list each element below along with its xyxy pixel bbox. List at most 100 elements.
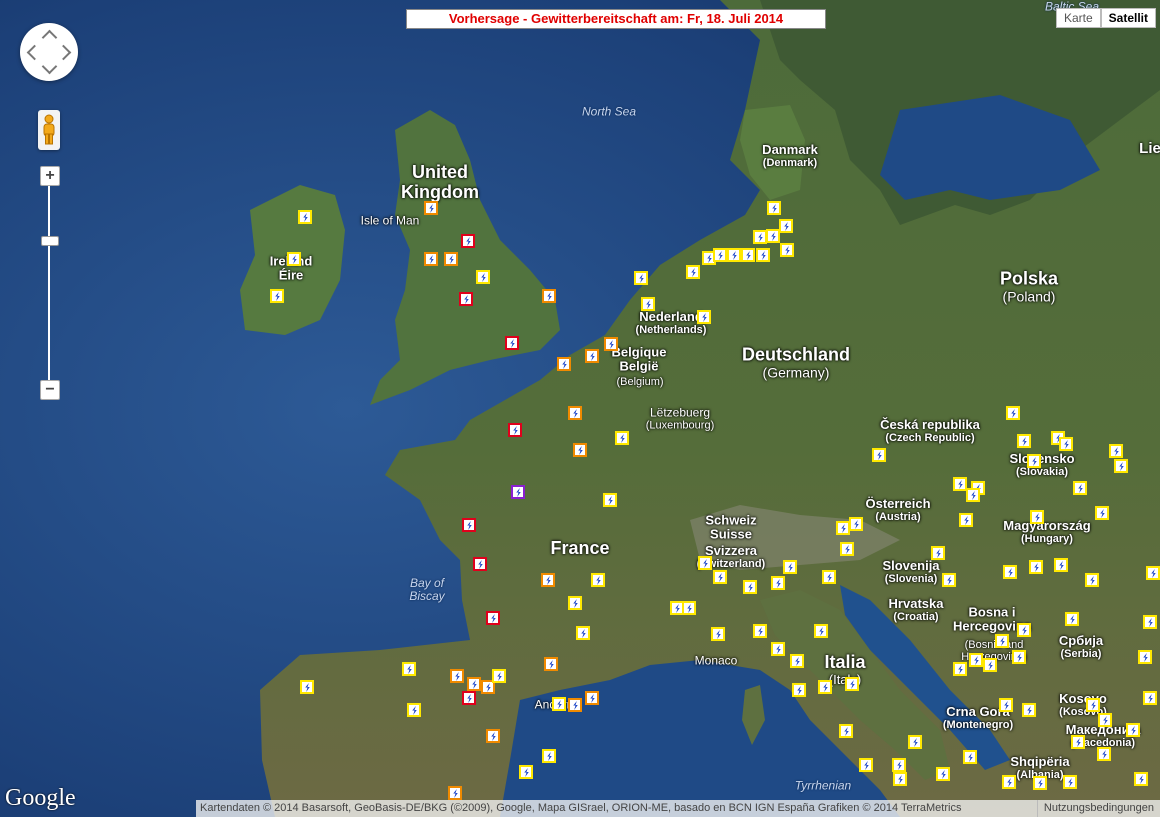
thunderstorm-marker-orange[interactable] xyxy=(585,349,599,363)
map-type-map-button[interactable]: Karte xyxy=(1055,8,1101,28)
thunderstorm-marker-yellow[interactable] xyxy=(1134,772,1148,786)
thunderstorm-marker-yellow[interactable] xyxy=(698,556,712,570)
google-logo[interactable]: Google xyxy=(5,785,76,812)
thunderstorm-marker-red[interactable] xyxy=(505,336,519,350)
thunderstorm-marker-yellow[interactable] xyxy=(1012,650,1026,664)
thunderstorm-marker-orange[interactable] xyxy=(424,252,438,266)
thunderstorm-marker-yellow[interactable] xyxy=(1022,703,1036,717)
thunderstorm-marker-yellow[interactable] xyxy=(771,642,785,656)
pan-down-icon[interactable] xyxy=(41,58,58,75)
thunderstorm-marker-yellow[interactable] xyxy=(1146,566,1160,580)
thunderstorm-marker-yellow[interactable] xyxy=(969,653,983,667)
thunderstorm-marker-yellow[interactable] xyxy=(741,248,755,262)
thunderstorm-marker-yellow[interactable] xyxy=(966,488,980,502)
thunderstorm-marker-yellow[interactable] xyxy=(1063,775,1077,789)
thunderstorm-marker-yellow[interactable] xyxy=(552,697,566,711)
thunderstorm-marker-yellow[interactable] xyxy=(591,573,605,587)
thunderstorm-marker-yellow[interactable] xyxy=(753,624,767,638)
thunderstorm-marker-yellow[interactable] xyxy=(953,477,967,491)
thunderstorm-marker-yellow[interactable] xyxy=(270,289,284,303)
thunderstorm-marker-yellow[interactable] xyxy=(780,243,794,257)
thunderstorm-marker-yellow[interactable] xyxy=(641,297,655,311)
thunderstorm-marker-yellow[interactable] xyxy=(892,758,906,772)
thunderstorm-marker-yellow[interactable] xyxy=(840,542,854,556)
thunderstorm-marker-yellow[interactable] xyxy=(1033,776,1047,790)
thunderstorm-marker-red[interactable] xyxy=(486,611,500,625)
thunderstorm-marker-orange[interactable] xyxy=(467,677,481,691)
thunderstorm-marker-yellow[interactable] xyxy=(1003,565,1017,579)
zoom-in-button[interactable]: + xyxy=(40,166,60,186)
pan-left-icon[interactable] xyxy=(26,44,43,61)
thunderstorm-marker-yellow[interactable] xyxy=(836,521,850,535)
thunderstorm-marker-yellow[interactable] xyxy=(711,627,725,641)
street-view-pegman[interactable] xyxy=(38,110,60,150)
thunderstorm-marker-yellow[interactable] xyxy=(603,493,617,507)
thunderstorm-marker-red[interactable] xyxy=(459,292,473,306)
thunderstorm-marker-yellow[interactable] xyxy=(300,680,314,694)
thunderstorm-marker-yellow[interactable] xyxy=(576,626,590,640)
thunderstorm-marker-yellow[interactable] xyxy=(519,765,533,779)
thunderstorm-marker-orange[interactable] xyxy=(486,729,500,743)
thunderstorm-marker-yellow[interactable] xyxy=(713,570,727,584)
thunderstorm-marker-yellow[interactable] xyxy=(287,252,301,266)
thunderstorm-marker-yellow[interactable] xyxy=(995,634,1009,648)
thunderstorm-marker-yellow[interactable] xyxy=(615,431,629,445)
thunderstorm-marker-yellow[interactable] xyxy=(893,772,907,786)
thunderstorm-marker-orange[interactable] xyxy=(542,289,556,303)
thunderstorm-marker-yellow[interactable] xyxy=(783,560,797,574)
thunderstorm-marker-yellow[interactable] xyxy=(839,724,853,738)
thunderstorm-marker-yellow[interactable] xyxy=(766,229,780,243)
thunderstorm-marker-yellow[interactable] xyxy=(1029,560,1043,574)
thunderstorm-marker-yellow[interactable] xyxy=(753,230,767,244)
thunderstorm-marker-red[interactable] xyxy=(473,557,487,571)
thunderstorm-marker-yellow[interactable] xyxy=(908,735,922,749)
thunderstorm-marker-yellow[interactable] xyxy=(476,270,490,284)
pan-up-icon[interactable] xyxy=(41,29,58,46)
thunderstorm-marker-yellow[interactable] xyxy=(959,513,973,527)
thunderstorm-marker-yellow[interactable] xyxy=(756,248,770,262)
thunderstorm-marker-yellow[interactable] xyxy=(1054,558,1068,572)
thunderstorm-marker-yellow[interactable] xyxy=(1114,459,1128,473)
thunderstorm-marker-yellow[interactable] xyxy=(859,758,873,772)
zoom-slider-track[interactable] xyxy=(48,186,50,380)
thunderstorm-marker-yellow[interactable] xyxy=(872,448,886,462)
thunderstorm-marker-yellow[interactable] xyxy=(1071,735,1085,749)
thunderstorm-marker-yellow[interactable] xyxy=(822,570,836,584)
thunderstorm-marker-yellow[interactable] xyxy=(1138,650,1152,664)
thunderstorm-marker-purple[interactable] xyxy=(511,485,525,499)
thunderstorm-marker-yellow[interactable] xyxy=(1126,723,1140,737)
thunderstorm-marker-yellow[interactable] xyxy=(963,750,977,764)
thunderstorm-marker-yellow[interactable] xyxy=(1097,747,1111,761)
thunderstorm-marker-yellow[interactable] xyxy=(492,669,506,683)
thunderstorm-marker-orange[interactable] xyxy=(448,786,462,800)
terms-link[interactable]: Nutzungsbedingungen xyxy=(1036,800,1160,817)
thunderstorm-marker-yellow[interactable] xyxy=(568,596,582,610)
thunderstorm-marker-yellow[interactable] xyxy=(818,680,832,694)
pan-right-icon[interactable] xyxy=(55,44,72,61)
thunderstorm-marker-yellow[interactable] xyxy=(1017,623,1031,637)
thunderstorm-marker-yellow[interactable] xyxy=(767,201,781,215)
thunderstorm-marker-red[interactable] xyxy=(461,234,475,248)
thunderstorm-marker-yellow[interactable] xyxy=(1073,481,1087,495)
thunderstorm-marker-yellow[interactable] xyxy=(1098,713,1112,727)
thunderstorm-marker-yellow[interactable] xyxy=(1030,510,1044,524)
thunderstorm-marker-orange[interactable] xyxy=(557,357,571,371)
thunderstorm-marker-yellow[interactable] xyxy=(999,698,1013,712)
thunderstorm-marker-orange[interactable] xyxy=(604,337,618,351)
thunderstorm-marker-orange[interactable] xyxy=(450,669,464,683)
thunderstorm-marker-yellow[interactable] xyxy=(1027,454,1041,468)
thunderstorm-marker-yellow[interactable] xyxy=(845,677,859,691)
thunderstorm-marker-yellow[interactable] xyxy=(1143,615,1157,629)
thunderstorm-marker-yellow[interactable] xyxy=(542,749,556,763)
thunderstorm-marker-yellow[interactable] xyxy=(1002,775,1016,789)
thunderstorm-marker-yellow[interactable] xyxy=(713,248,727,262)
thunderstorm-marker-yellow[interactable] xyxy=(983,658,997,672)
thunderstorm-marker-yellow[interactable] xyxy=(682,601,696,615)
thunderstorm-marker-yellow[interactable] xyxy=(1065,612,1079,626)
thunderstorm-marker-yellow[interactable] xyxy=(686,265,700,279)
thunderstorm-marker-red[interactable] xyxy=(462,518,476,532)
thunderstorm-marker-yellow[interactable] xyxy=(931,546,945,560)
thunderstorm-marker-red[interactable] xyxy=(462,691,476,705)
thunderstorm-marker-yellow[interactable] xyxy=(1109,444,1123,458)
thunderstorm-marker-orange[interactable] xyxy=(444,252,458,266)
